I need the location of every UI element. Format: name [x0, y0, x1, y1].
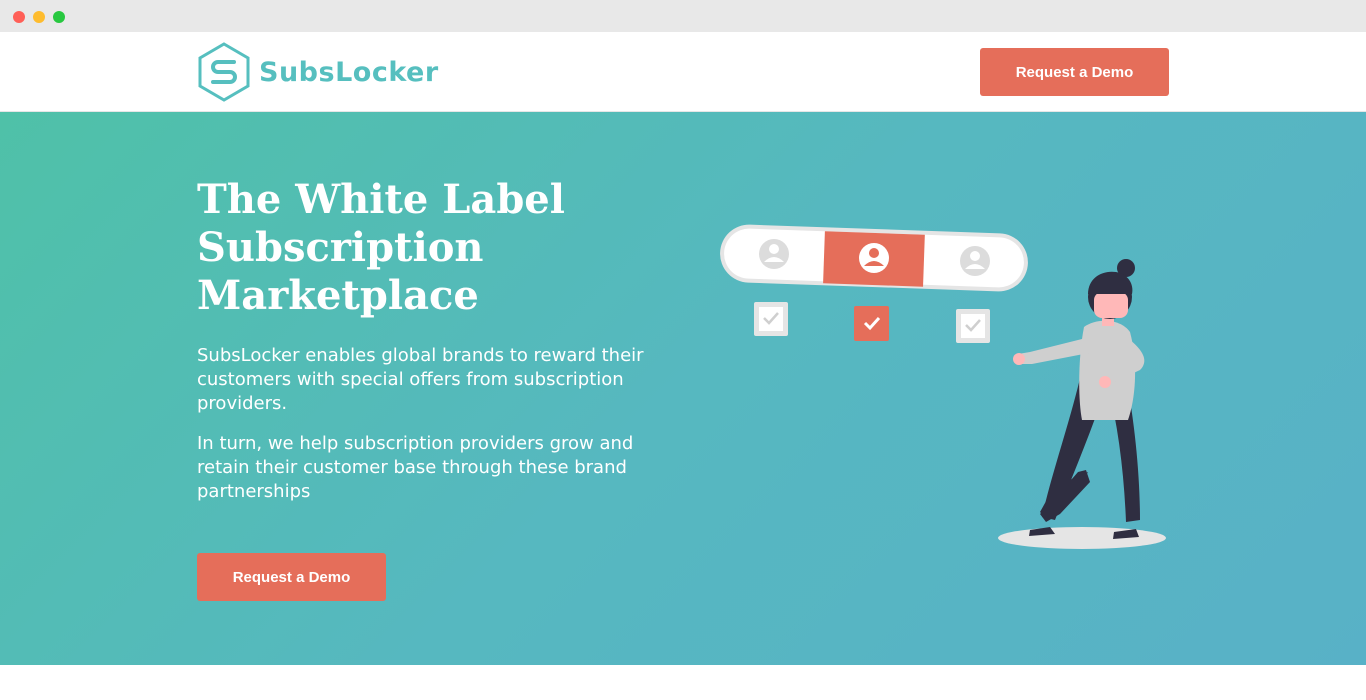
page-bottom-strip: [0, 665, 1366, 700]
subslocker-logo-icon: [198, 42, 250, 102]
user-icon: [859, 243, 889, 273]
brand-name: SubsLocker: [259, 56, 439, 88]
request-demo-button-header[interactable]: Request a Demo: [980, 48, 1169, 96]
browser-titlebar: [0, 0, 1366, 32]
minimize-window-button[interactable]: [33, 11, 45, 23]
hero-illustration: [720, 224, 1166, 549]
request-demo-button-hero[interactable]: Request a Demo: [197, 553, 386, 601]
user-icon: [759, 239, 789, 269]
checkbox-checked-icon: [854, 306, 889, 341]
hero-section: The White Label Subscription Marketplace…: [0, 112, 1366, 665]
hero-title: The White Label Subscription Marketplace: [197, 176, 565, 319]
hero-description-1: SubsLocker enables global brands to rewa…: [197, 345, 644, 414]
close-window-button[interactable]: [13, 11, 25, 23]
site-header: SubsLocker Request a Demo: [0, 32, 1366, 112]
user-icon: [960, 246, 990, 276]
maximize-window-button[interactable]: [53, 11, 65, 23]
person-illustration: [998, 259, 1166, 549]
hero-description-2: In turn, we help subscription providers …: [197, 433, 634, 502]
logo-link[interactable]: SubsLocker: [197, 42, 439, 102]
checkbox-icon: [754, 302, 788, 336]
checkbox-icon: [956, 309, 990, 343]
